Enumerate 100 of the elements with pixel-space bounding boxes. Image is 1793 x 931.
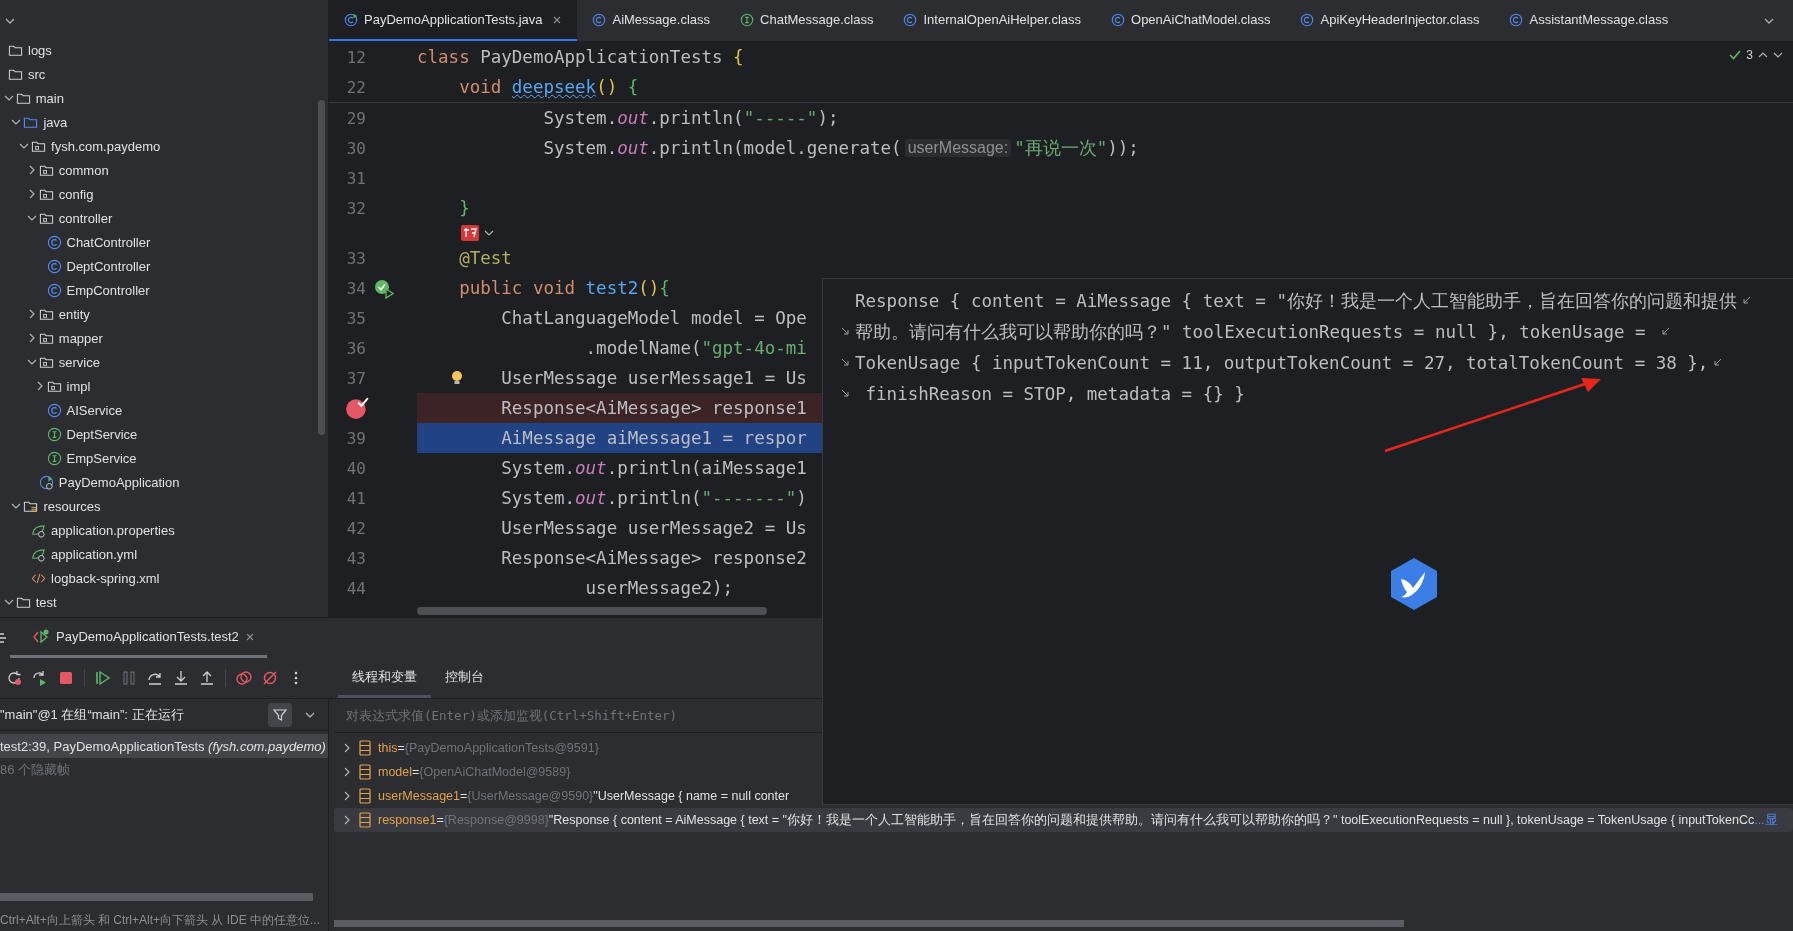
editor-tab[interactable]: OpenAiChatModel.class <box>1096 0 1286 41</box>
variable-row[interactable]: model={OpenAiChatModel@9589} <box>334 760 1793 784</box>
code-keyword: public void <box>459 278 577 298</box>
code-field: out <box>617 138 649 158</box>
tooltip-text: Response { content = AiMessage { text = "你好！我是一个人工智能助手，旨在回答你的问题和提供 <box>855 289 1737 313</box>
scrollbar[interactable] <box>417 607 767 615</box>
rerun-icon[interactable] <box>6 670 22 686</box>
chevron-right-icon[interactable] <box>342 743 352 753</box>
tree-item[interactable]: DeptController <box>0 254 328 278</box>
chevron-down-icon[interactable] <box>26 213 37 223</box>
scrollbar[interactable] <box>334 920 1404 927</box>
code-bracket: () <box>596 77 618 97</box>
tree-item[interactable]: src <box>0 62 328 86</box>
tree-item[interactable]: service <box>0 350 328 374</box>
variable-row[interactable]: userMessage1={UserMessage@9590}"UserMessage { name = null conter <box>334 784 1793 808</box>
line-number: 39 <box>345 428 366 448</box>
tree-item[interactable]: config <box>0 182 328 206</box>
tree-item[interactable]: application.yml <box>0 542 328 566</box>
code-text: Response<AiMessage> response1 <box>501 398 807 418</box>
chevron-down-icon[interactable] <box>3 93 14 103</box>
class-icon <box>46 402 62 418</box>
tree-item[interactable]: common <box>0 158 328 182</box>
chevron-down-icon[interactable] <box>11 501 22 511</box>
code-bracket: { <box>627 77 639 97</box>
bird-logo-icon[interactable] <box>1389 557 1439 611</box>
step-into-icon[interactable] <box>173 670 189 686</box>
chevron-down-icon[interactable] <box>484 228 494 238</box>
close-icon[interactable] <box>244 631 255 642</box>
debug-icon[interactable] <box>0 630 8 646</box>
class-icon <box>46 282 62 298</box>
line-number: 44 <box>345 578 366 598</box>
tree-item[interactable]: PayDemoApplication <box>0 470 328 494</box>
tool-tab[interactable]: 控制台 <box>431 658 498 698</box>
tree-item[interactable]: main <box>0 86 328 110</box>
tree-item[interactable]: resources <box>0 494 328 518</box>
breakpoints-icon[interactable] <box>236 670 252 686</box>
tree-item[interactable]: fysh.com.paydemo <box>0 134 328 158</box>
editor-tab[interactable]: AiMessage.class <box>577 0 726 41</box>
tooltip-text: 帮助。请问有什么我可以帮助你的吗？" toolExecutionRequests = null }, tokenUsage = <box>855 320 1647 344</box>
tree-item[interactable]: controller <box>0 206 328 230</box>
tree-item[interactable]: EmpService <box>0 446 328 470</box>
close-icon[interactable] <box>552 14 563 25</box>
chevron-down-icon[interactable] <box>11 117 22 127</box>
step-out-icon[interactable] <box>199 670 215 686</box>
editor-tab[interactable]: ChatMessage.class <box>725 0 889 41</box>
tree-item[interactable]: test <box>0 590 328 614</box>
run-test-icon[interactable] <box>374 279 394 299</box>
tree-item[interactable]: EmpController <box>0 278 328 302</box>
code-text: .println( <box>606 488 702 508</box>
plugin-icon[interactable] <box>461 225 479 241</box>
code-bracket: { <box>733 47 744 67</box>
show-more-link[interactable]: ...显 <box>1754 811 1778 829</box>
scrollbar[interactable] <box>318 100 325 435</box>
tree-item[interactable]: logback-spring.xml <box>0 566 328 590</box>
rerun-tests-icon[interactable] <box>32 670 48 686</box>
chevron-right-icon[interactable] <box>342 815 352 825</box>
lightbulb-icon[interactable] <box>451 370 463 386</box>
editor-tab[interactable]: InternalOpenAiHelper.class <box>888 0 1096 41</box>
variable-row[interactable]: response1={Response@9998}"Response { content = AiMessage { text = "你好！我是一个人工智能助手，旨在回答你的问题和提供帮助。请问有什么我可以帮助你的吗？" toolExecutionRequests = null }, tokenUsage = TokenUsage { inputTokenCc...显 <box>334 808 1793 832</box>
step-over-icon[interactable] <box>147 670 163 686</box>
chevron-up-icon[interactable] <box>1758 50 1768 60</box>
stop-icon[interactable] <box>58 670 74 686</box>
tree-item[interactable]: entity <box>0 302 328 326</box>
line-number: 36 <box>345 338 366 358</box>
application-icon <box>38 474 54 490</box>
stack-frame[interactable]: test2:39, PayDemoApplicationTests (fysh.com.paydemo) <box>0 734 328 758</box>
chevron-down-icon[interactable] <box>19 141 30 151</box>
chevron-down-icon[interactable] <box>26 357 37 367</box>
class-icon <box>1300 12 1315 27</box>
editor-tab[interactable]: PayDemoApplicationTests.java <box>329 0 578 41</box>
scrollbar[interactable] <box>0 893 313 901</box>
editor-tab[interactable]: AssistantMessage.class <box>1494 0 1684 41</box>
tree-item[interactable]: application.properties <box>0 518 328 542</box>
inspection-count[interactable]: 3 <box>1746 48 1753 62</box>
chevron-right-icon[interactable] <box>342 767 352 777</box>
code-text: Response<AiMessage> response2 <box>501 548 807 568</box>
tree-item[interactable]: ChatController <box>0 230 328 254</box>
code-text: System. <box>543 108 618 128</box>
debug-session-tab[interactable]: PayDemoApplicationTests.test2 <box>10 618 267 658</box>
chevron-down-icon[interactable] <box>1773 50 1783 60</box>
resume-icon[interactable] <box>95 670 111 686</box>
tree-item[interactable]: AIService <box>0 398 328 422</box>
tree-item[interactable]: mapper <box>0 326 328 350</box>
thread-label[interactable]: "main"@1 在组“main”: 正在运行 <box>0 705 256 724</box>
tree-item[interactable]: logs <box>0 38 328 62</box>
line-number: 31 <box>345 168 366 188</box>
hidden-frames-label: 86 个隐藏帧 <box>0 761 72 779</box>
breakpoint-icon[interactable] <box>345 396 369 420</box>
tree-item[interactable]: DeptService <box>0 422 328 446</box>
tree-item[interactable]: java <box>0 110 328 134</box>
editor-tab[interactable]: ApiKeyHeaderInjector.class <box>1285 0 1495 41</box>
mute-breakpoints-icon[interactable] <box>262 670 278 686</box>
chevron-right-icon[interactable] <box>342 791 352 801</box>
code-text: System. <box>501 458 576 478</box>
chevron-down-icon[interactable] <box>3 597 14 607</box>
variable-row[interactable]: this={PayDemoApplicationTests@9591} <box>334 736 1793 760</box>
filter-button[interactable] <box>268 702 292 727</box>
checkmark-icon[interactable] <box>1729 49 1742 61</box>
tree-item[interactable]: impl <box>0 374 328 398</box>
code-text: UserMessage userMessage2 = Us <box>501 518 807 538</box>
